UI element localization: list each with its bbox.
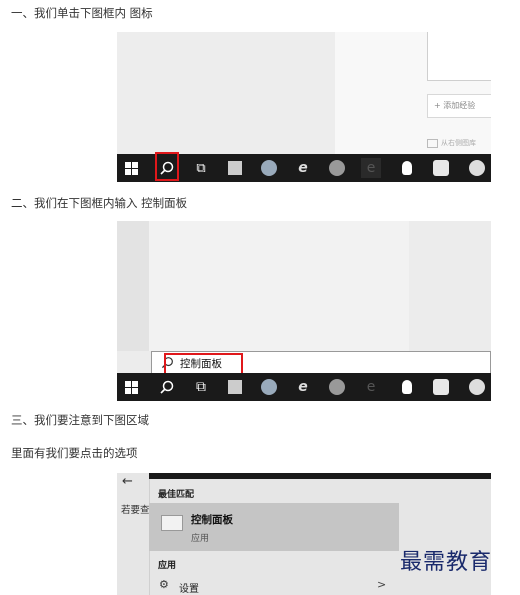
image-icon — [427, 138, 438, 148]
best-match-heading: 最佳匹配 — [158, 490, 195, 500]
side-panel: + 添加经验 从右侧图库 — [335, 32, 491, 154]
step-2-text: 二、我们在下图框内输入 控制面板 — [11, 196, 188, 210]
search-icon[interactable] — [157, 377, 177, 397]
task-view-icon[interactable]: ⧉ — [191, 377, 211, 397]
start-rail — [117, 221, 150, 351]
sync-app-icon[interactable] — [431, 377, 451, 397]
start-rail: ← 若要查 — [117, 473, 150, 595]
qq-icon[interactable] — [397, 377, 417, 397]
windows-start-icon[interactable] — [121, 377, 141, 397]
windows-start-icon[interactable] — [121, 158, 141, 178]
chrome-icon[interactable] — [327, 377, 347, 397]
add-experience-button[interactable]: + 添加经验 — [427, 94, 491, 118]
ie-icon[interactable]: e — [361, 158, 381, 178]
hint-text: 从右侧图库 — [427, 138, 476, 148]
sync-app-icon[interactable] — [431, 158, 451, 178]
taskbar: ⧉ e e — [117, 373, 491, 401]
control-panel-result[interactable]: 控制面板 应用 — [149, 503, 399, 551]
back-arrow-icon[interactable]: ← — [122, 474, 133, 489]
app-icon[interactable] — [225, 158, 245, 178]
highlight-search-icon — [155, 152, 179, 181]
screenshot-2: 控制面板 ⧉ e e — [117, 221, 491, 401]
edge-icon[interactable]: e — [293, 377, 313, 397]
edge-icon[interactable]: e — [293, 158, 313, 178]
settings-item[interactable]: ⚙ 设置 > — [149, 576, 399, 595]
screenshot-3: ← 若要查 最佳匹配 控制面板 应用 应用 ⚙ 设置 > — [117, 473, 491, 595]
step-4-text: 里面有我们要点击的选项 — [11, 446, 138, 460]
result-title: 控制面板 — [191, 514, 233, 526]
chrome-icon[interactable] — [327, 158, 347, 178]
text-box[interactable] — [427, 32, 491, 81]
control-panel-icon — [161, 515, 183, 531]
settings-label: 设置 — [179, 584, 199, 595]
gear-icon: ⚙ — [159, 578, 169, 591]
wechat-icon[interactable] — [467, 377, 487, 397]
truncated-text: 若要查 — [121, 505, 150, 516]
top-bar — [149, 473, 491, 479]
wechat-icon[interactable] — [467, 158, 487, 178]
app-globe-icon[interactable] — [259, 158, 279, 178]
task-view-icon[interactable]: ⧉ — [191, 158, 211, 178]
step-1-text: 一、我们单击下图框内 图标 — [11, 6, 153, 20]
step-3-text: 三、我们要注意到下图区域 — [11, 413, 149, 427]
result-subtitle: 应用 — [191, 534, 210, 544]
ie-icon[interactable]: e — [361, 377, 381, 397]
results-panel — [149, 221, 409, 351]
screenshot-1: + 添加经验 从右侧图库 ⧉ e e — [117, 32, 491, 182]
app-icon[interactable] — [225, 377, 245, 397]
chevron-right-icon: > — [377, 578, 387, 591]
apps-heading: 应用 — [158, 561, 177, 571]
watermark: 最需教育 — [400, 550, 493, 575]
app-globe-icon[interactable] — [259, 377, 279, 397]
qq-icon[interactable] — [397, 158, 417, 178]
